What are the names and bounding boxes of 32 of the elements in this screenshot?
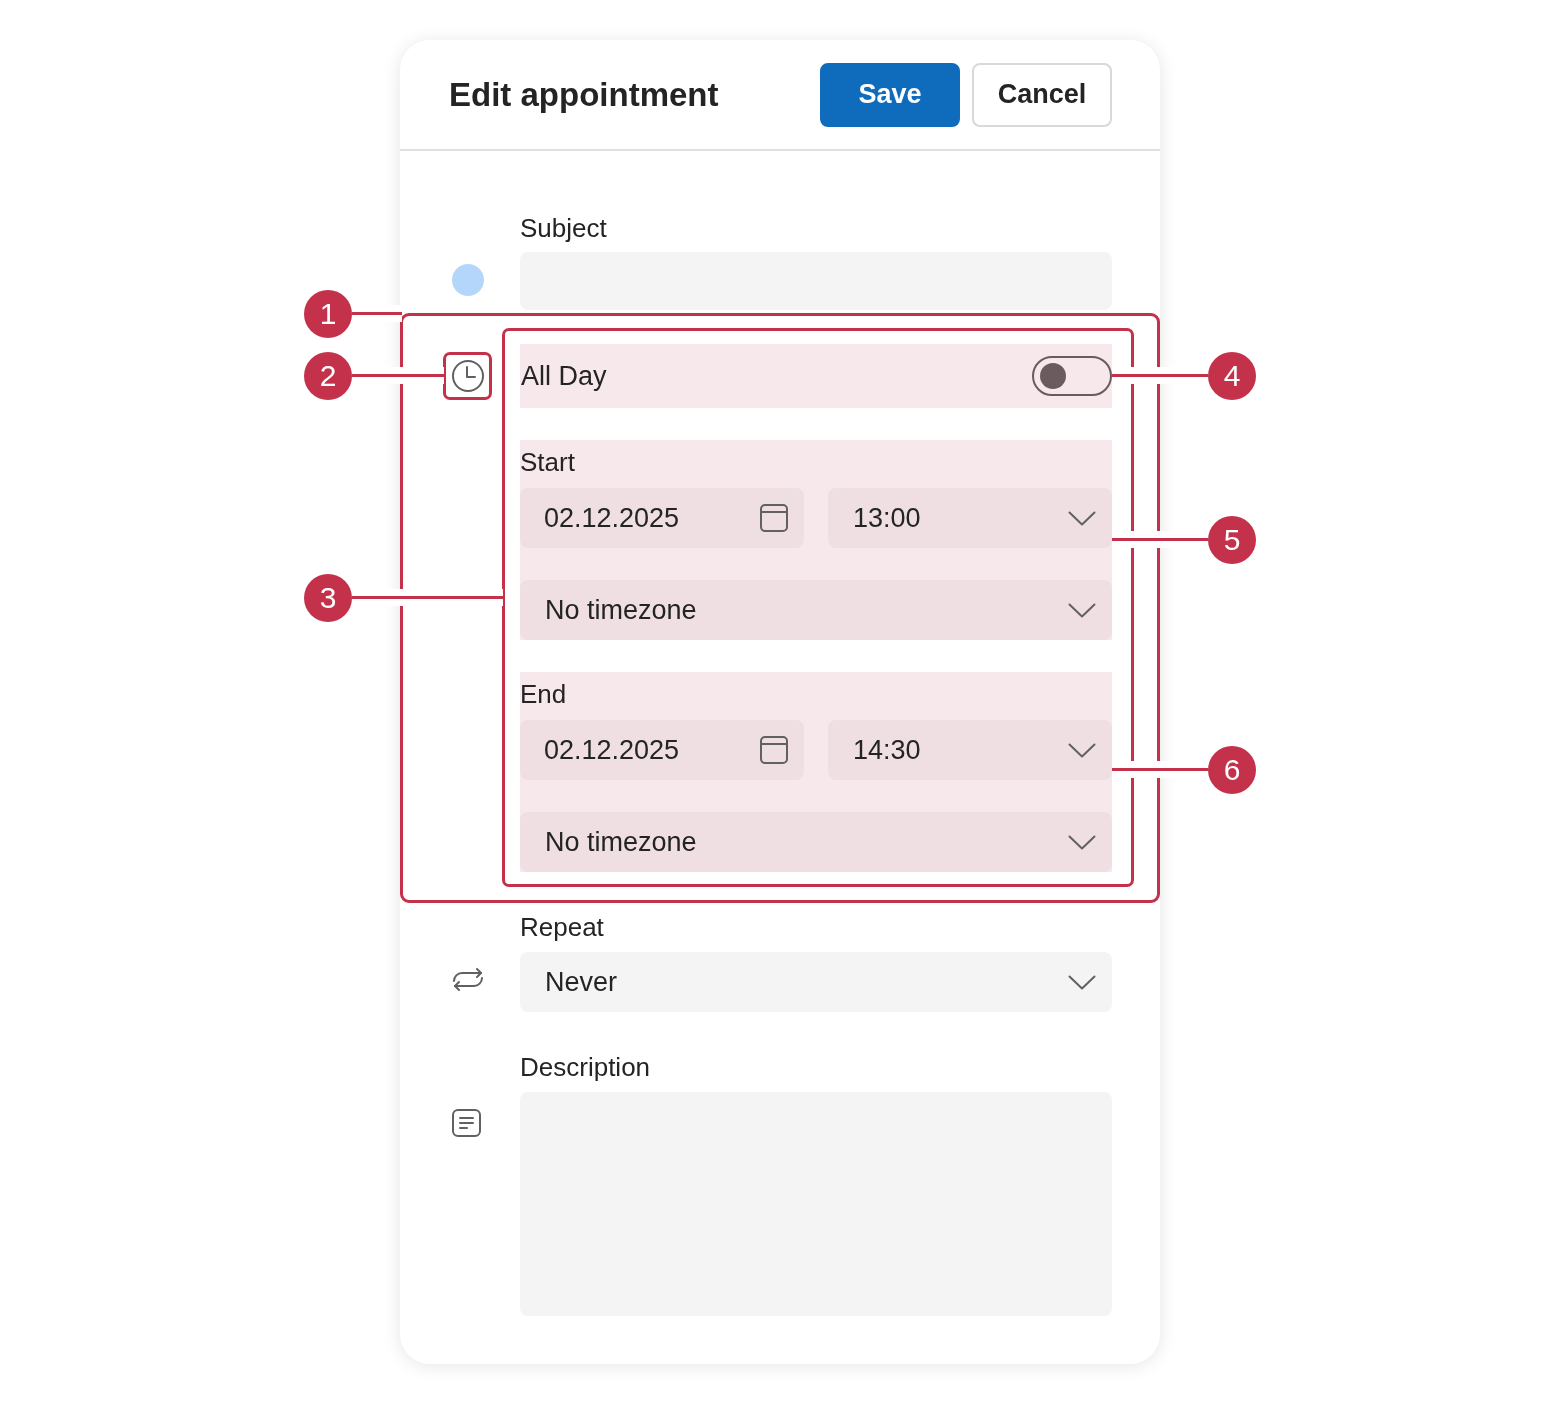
repeat-select[interactable]: Never — [520, 952, 1112, 1012]
chevron-down-icon — [1068, 834, 1096, 850]
field-label: Repeat — [520, 911, 604, 943]
callout-marker: 3 — [304, 574, 352, 622]
note-icon — [452, 1109, 481, 1137]
save-button[interactable]: Save — [820, 62, 960, 127]
chevron-down-icon — [1068, 602, 1096, 618]
calendar-icon — [760, 504, 788, 532]
callout-marker: 6 — [1208, 746, 1256, 794]
chevron-down-icon — [1068, 510, 1096, 526]
timezone-select[interactable]: No timezone — [520, 812, 1112, 872]
field-label: Description — [520, 1051, 651, 1083]
all-day-label: All Day — [520, 359, 607, 393]
date-field[interactable]: 02.12.2025 — [520, 720, 804, 780]
callout-marker: 5 — [1208, 516, 1256, 564]
field-label: Start — [520, 446, 575, 478]
callout-marker: 1 — [304, 290, 352, 338]
all-day-toggle[interactable] — [1032, 356, 1112, 396]
clock-icon — [452, 360, 484, 392]
cancel-button[interactable]: Cancel — [972, 62, 1112, 127]
chevron-down-icon — [1068, 742, 1096, 758]
field-label: Subject — [520, 212, 607, 244]
field-label: End — [520, 678, 567, 710]
dialog-title: Edit appointment — [449, 74, 719, 115]
date-field[interactable]: 02.12.2025 — [520, 488, 804, 548]
calendar-icon — [760, 736, 788, 764]
time-select[interactable]: 13:00 — [828, 488, 1112, 548]
callout-marker: 2 — [304, 352, 352, 400]
chevron-down-icon — [1068, 974, 1096, 990]
callout-marker: 4 — [1208, 352, 1256, 400]
time-select[interactable]: 14:30 — [828, 720, 1112, 780]
timezone-select[interactable]: No timezone — [520, 580, 1112, 640]
